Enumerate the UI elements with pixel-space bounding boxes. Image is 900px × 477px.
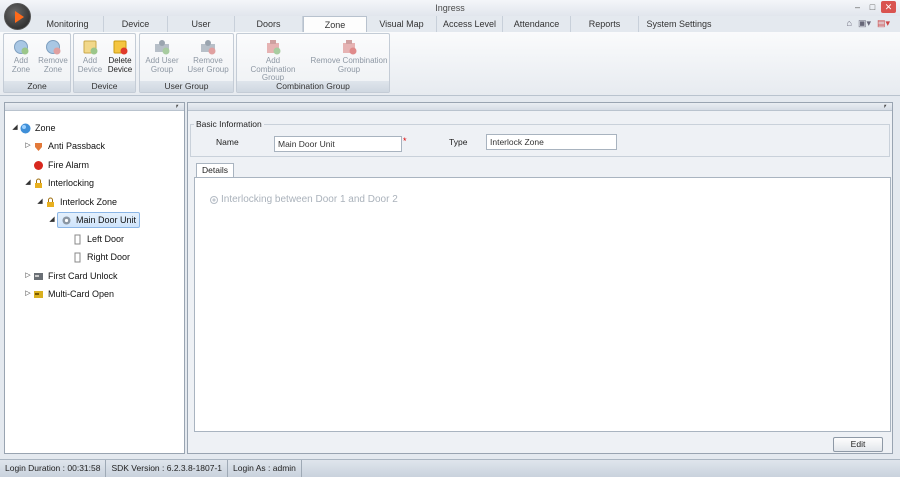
tree-pane-header: ⎖ — [5, 103, 184, 111]
close-icon[interactable]: ✕ — [881, 1, 896, 13]
minimize-icon[interactable]: – — [851, 1, 864, 13]
tree-item-fire-alarm[interactable]: Fire Alarm — [23, 157, 89, 173]
pin-icon[interactable]: ⎖ — [882, 103, 888, 111]
type-label: Type — [449, 137, 468, 147]
remove-user-group-icon — [201, 40, 216, 55]
tab-system-settings[interactable]: System Settings — [639, 16, 719, 32]
add-zone-button[interactable]: Add Zone — [7, 36, 35, 74]
window-controls: – □ ✕ — [851, 1, 896, 13]
delete-device-icon — [113, 40, 128, 55]
tab-device[interactable]: Device — [104, 16, 168, 32]
type-field[interactable] — [486, 134, 617, 150]
main-tabs: Monitoring Device User Doors Zone Visual… — [32, 16, 719, 32]
window-title: Ingress — [435, 3, 465, 13]
add-device-icon — [83, 40, 98, 55]
report-icon[interactable]: ▤▾ — [877, 18, 890, 29]
door-icon — [74, 252, 81, 262]
ribbon-group-combination-group: Add Combination Group Remove Combination… — [236, 33, 390, 93]
tree-item-first-card-unlock[interactable]: ▷ First Card Unlock — [23, 268, 117, 284]
anti-passback-icon — [35, 142, 42, 151]
delete-device-button[interactable]: Delete Device — [105, 36, 135, 74]
tree-item-right-door[interactable]: Right Door — [72, 249, 130, 265]
tab-access-level[interactable]: Access Level — [437, 16, 503, 32]
home-icon[interactable]: ⌂ — [847, 18, 852, 29]
tree-item-left-door[interactable]: Left Door — [72, 231, 124, 247]
tab-monitoring[interactable]: Monitoring — [32, 16, 104, 32]
tree-selection: Main Door Unit — [57, 212, 141, 228]
ribbon-group-label: Combination Group — [237, 81, 389, 92]
title-bar: Ingress — [0, 0, 900, 16]
add-combination-group-button[interactable]: Add Combination Group — [239, 36, 307, 83]
tree-item-multi-card-open[interactable]: ▷ Multi-Card Open — [23, 286, 114, 302]
maximize-icon[interactable]: □ — [866, 1, 879, 13]
tab-visual-map[interactable]: Visual Map — [367, 16, 437, 32]
expand-arrow-icon[interactable]: ▷ — [23, 138, 33, 154]
lock-icon — [35, 178, 42, 188]
ribbon-group-label: User Group — [140, 81, 233, 92]
lock-icon — [47, 197, 54, 207]
login-duration: Login Duration : 00:31:58 — [0, 460, 107, 477]
tab-attendance[interactable]: Attendance — [503, 16, 571, 32]
required-marker: * — [403, 136, 407, 146]
add-combination-group-icon — [267, 40, 281, 55]
quick-access-icons: ⌂ ▣▾ ▤▾ — [847, 18, 891, 29]
sdk-version: SDK Version : 6.2.3.8-1807-1 — [106, 460, 229, 477]
detail-pane-header: ⎖ — [188, 103, 892, 111]
name-input[interactable] — [274, 136, 402, 152]
remove-combination-group-icon — [343, 40, 357, 55]
tab-zone[interactable]: Zone — [303, 16, 367, 32]
fire-alarm-icon — [34, 160, 43, 170]
remove-zone-icon — [46, 40, 61, 55]
basic-information-legend: Basic Information — [194, 119, 264, 129]
remove-user-group-button[interactable]: Remove User Group — [184, 36, 232, 74]
tree-item-interlocking[interactable]: ◢ Interlocking — [23, 175, 94, 191]
door-icon — [74, 234, 81, 244]
remove-zone-button[interactable]: Remove Zone — [36, 36, 70, 74]
collapse-arrow-icon[interactable]: ◢ — [47, 212, 57, 228]
ribbon: Add Zone Remove Zone Zone Add Device Del… — [0, 32, 900, 96]
edit-button[interactable]: Edit — [833, 437, 883, 452]
tree-item-anti-passback[interactable]: ▷ Anti Passback — [23, 138, 105, 154]
multi-card-icon — [34, 290, 43, 298]
ribbon-group-label: Zone — [4, 81, 70, 92]
globe-icon — [20, 123, 31, 133]
collapse-arrow-icon[interactable]: ◢ — [10, 120, 20, 136]
interlock-option-label: Interlocking between Door 1 and Door 2 — [221, 194, 398, 205]
remove-combination-group-button[interactable]: Remove Combination Group — [309, 36, 389, 74]
card-icon — [34, 272, 43, 280]
tab-user[interactable]: User — [168, 16, 235, 32]
add-user-group-button[interactable]: Add User Group — [142, 36, 182, 74]
ribbon-group-user-group: Add User Group Remove User Group User Gr… — [139, 33, 234, 93]
ribbon-group-zone: Add Zone Remove Zone Zone — [3, 33, 71, 93]
tree-item-interlock-zone[interactable]: ◢ Interlock Zone — [35, 194, 117, 210]
details-panel: Interlocking between Door 1 and Door 2 — [194, 177, 891, 432]
tree-item-main-door-unit[interactable]: ◢ Main Door Unit — [47, 212, 141, 228]
login-as: Login As : admin — [228, 460, 302, 477]
ribbon-group-label: Device — [74, 81, 135, 92]
app-menu-button[interactable] — [4, 3, 31, 30]
add-user-group-icon — [155, 40, 170, 55]
add-device-button[interactable]: Add Device — [76, 36, 104, 74]
tab-doors[interactable]: Doors — [235, 16, 303, 32]
radio-icon[interactable] — [210, 195, 218, 204]
status-bar: Login Duration : 00:31:58 SDK Version : … — [0, 459, 900, 477]
interlock-option[interactable]: Interlocking between Door 1 and Door 2 — [210, 194, 398, 205]
ribbon-group-device: Add Device Delete Device Device — [73, 33, 136, 93]
gear-icon — [62, 216, 71, 224]
collapse-arrow-icon[interactable]: ◢ — [23, 175, 33, 191]
expand-arrow-icon[interactable]: ▷ — [23, 268, 33, 284]
print-icon[interactable]: ▣▾ — [858, 18, 871, 29]
add-zone-icon — [14, 40, 29, 55]
pin-icon[interactable]: ⎖ — [174, 103, 180, 111]
tab-reports[interactable]: Reports — [571, 16, 639, 32]
name-label: Name — [216, 137, 239, 147]
tree-item-zone[interactable]: ◢ Zone — [10, 120, 56, 136]
collapse-arrow-icon[interactable]: ◢ — [35, 194, 45, 210]
tab-details[interactable]: Details — [196, 163, 234, 177]
expand-arrow-icon[interactable]: ▷ — [23, 286, 33, 302]
